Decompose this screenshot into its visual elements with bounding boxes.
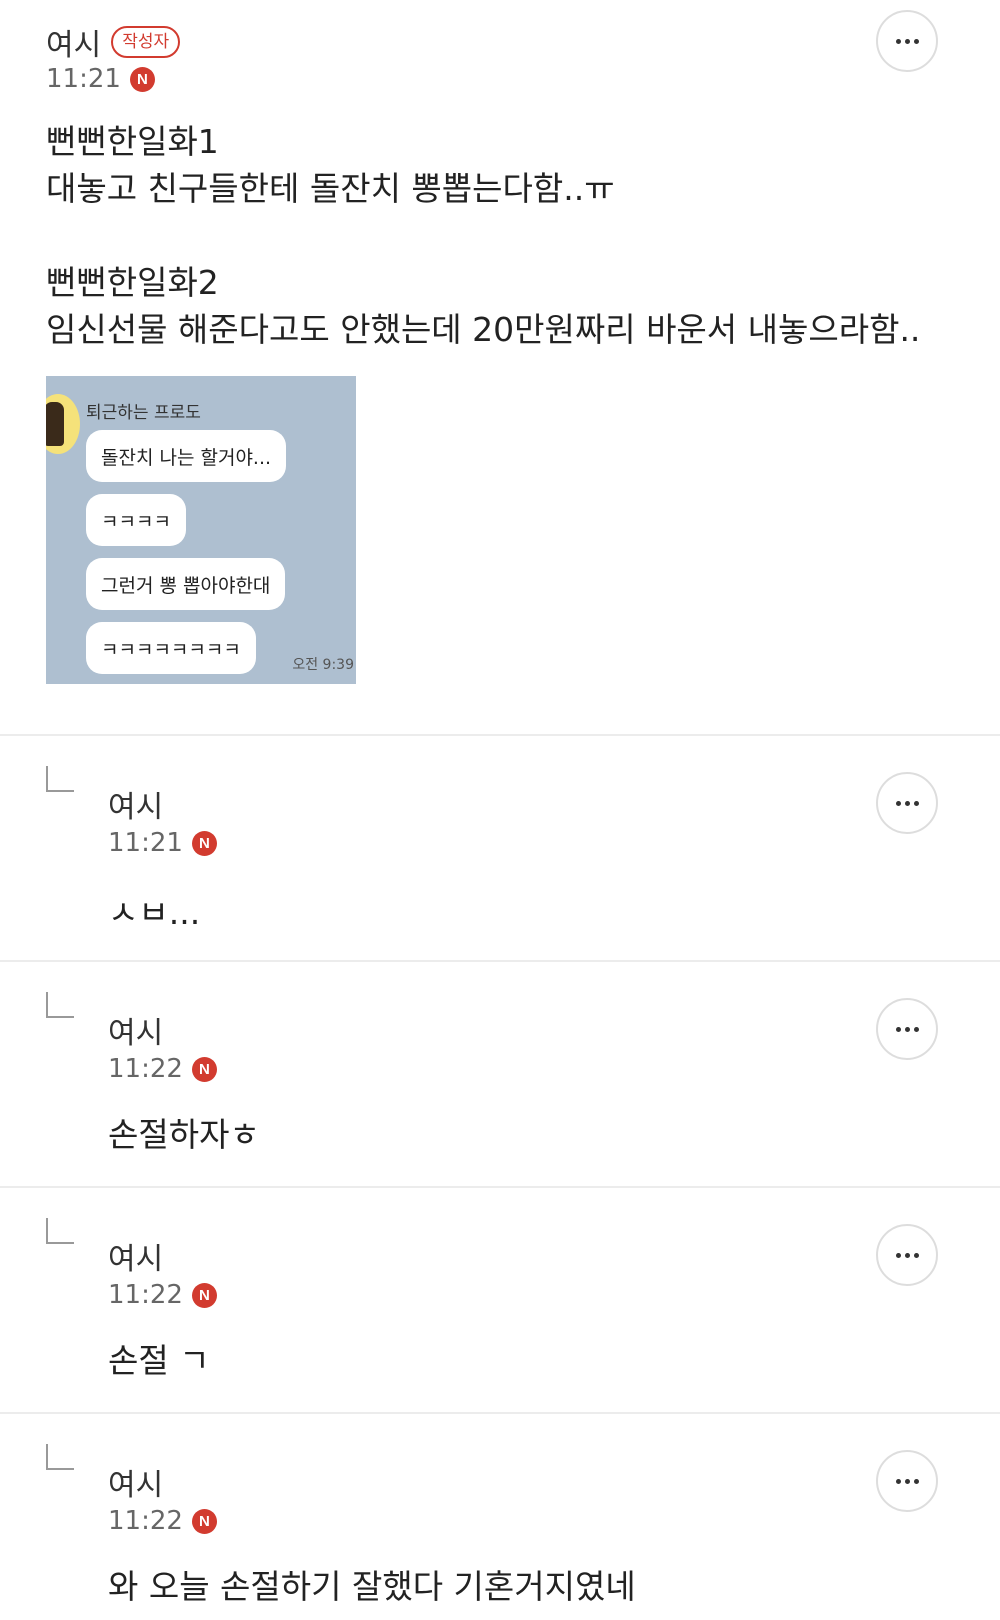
reply-arrow-icon: [46, 1218, 74, 1244]
more-horizontal-icon: [895, 1026, 919, 1032]
post-time-row: 11:21 N: [46, 64, 155, 94]
reply-time: 11:22: [108, 1280, 183, 1310]
reply-text: 손절하자ㅎ: [108, 1115, 260, 1154]
reply-time: 11:22: [108, 1506, 183, 1536]
post-body-blank-line: [46, 212, 920, 259]
reply-text: 손절 ㄱ: [108, 1341, 210, 1380]
new-badge: N: [191, 1282, 217, 1308]
more-horizontal-icon: [895, 800, 919, 806]
chat-sender-name: 퇴근하는 프로도: [86, 403, 201, 423]
post-body-line: 뻔뻔한일화1: [46, 122, 219, 161]
reply-arrow-icon: [46, 1444, 74, 1470]
reply-item: 여시 11:22 N 와 오늘 손절하기 잘했다 기혼거지였네: [0, 1414, 1000, 1620]
post-time: 11:21: [46, 64, 121, 94]
reply-arrow-icon: [46, 992, 74, 1018]
reply-author-name[interactable]: 여시: [108, 1234, 163, 1278]
reply-time-row: 11:22 N: [108, 1054, 217, 1084]
post-author-name[interactable]: 여시: [46, 20, 101, 64]
reply-author-name[interactable]: 여시: [108, 782, 163, 826]
reply-time-row: 11:22 N: [108, 1506, 217, 1536]
reply-text: 와 오늘 손절하기 잘했다 기혼거지였네: [108, 1567, 636, 1606]
post-body-line: 뻔뻔한일화2: [46, 263, 219, 302]
reply-text: ㅅㅂ...: [108, 893, 201, 932]
post-author-row: 여시 작성자: [46, 20, 181, 64]
post-body-line: 대놓고 친구들한테 돌잔치 뽕뽑는다함..ㅠ: [46, 169, 615, 208]
main-post: 여시 작성자 11:21 N 뻔뻔한일화1 대놓고 친구들한테 돌잔치 뽕뽑는다…: [0, 0, 1000, 735]
reply-item: 여시 11:21 N ㅅㅂ...: [0, 736, 1000, 960]
new-badge: N: [191, 1056, 217, 1082]
chat-bubble: 돌잔치 나는 할거야...: [86, 430, 287, 482]
reply-author-name[interactable]: 여시: [108, 1460, 163, 1504]
reply-more-button[interactable]: [876, 998, 938, 1060]
reply-more-button[interactable]: [876, 1224, 938, 1286]
reply-time-row: 11:22 N: [108, 1280, 217, 1310]
post-more-button[interactable]: [876, 10, 938, 72]
chat-bubble: 그런거 뽕 뽑아야한대: [86, 558, 286, 610]
reply-more-button[interactable]: [876, 772, 938, 834]
reply-more-button[interactable]: [876, 1450, 938, 1512]
chat-avatar-figure: [46, 402, 64, 446]
chat-time: 오전 9:39: [292, 657, 354, 673]
reply-time: 11:21: [108, 828, 183, 858]
chat-screenshot-image[interactable]: 퇴근하는 프로도 돌잔치 나는 할거야... ㅋㅋㅋㅋ 그런거 뽕 뽑아야한대 …: [46, 376, 356, 684]
new-badge: N: [191, 830, 217, 856]
reply-time: 11:22: [108, 1054, 183, 1084]
writer-badge: 작성자: [111, 26, 181, 58]
post-body: 뻔뻔한일화1 대놓고 친구들한테 돌잔치 뽕뽑는다함..ㅠ 뻔뻔한일화2 임신선…: [46, 118, 920, 353]
reply-author-name[interactable]: 여시: [108, 1008, 163, 1052]
reply-item: 여시 11:22 N 손절 ㄱ: [0, 1188, 1000, 1412]
more-horizontal-icon: [895, 1478, 919, 1484]
more-horizontal-icon: [895, 38, 919, 44]
reply-arrow-icon: [46, 766, 74, 792]
reply-time-row: 11:21 N: [108, 828, 217, 858]
more-horizontal-icon: [895, 1252, 919, 1258]
chat-bubble: ㅋㅋㅋㅋㅋㅋㅋㅋ: [86, 622, 256, 674]
chat-bubble: ㅋㅋㅋㅋ: [86, 494, 186, 546]
post-body-line: 임신선물 해준다고도 안했는데 20만원짜리 바운서 내놓으라함..: [46, 310, 921, 349]
new-badge: N: [191, 1508, 217, 1534]
new-badge: N: [129, 66, 155, 92]
reply-item: 여시 11:22 N 손절하자ㅎ: [0, 962, 1000, 1186]
